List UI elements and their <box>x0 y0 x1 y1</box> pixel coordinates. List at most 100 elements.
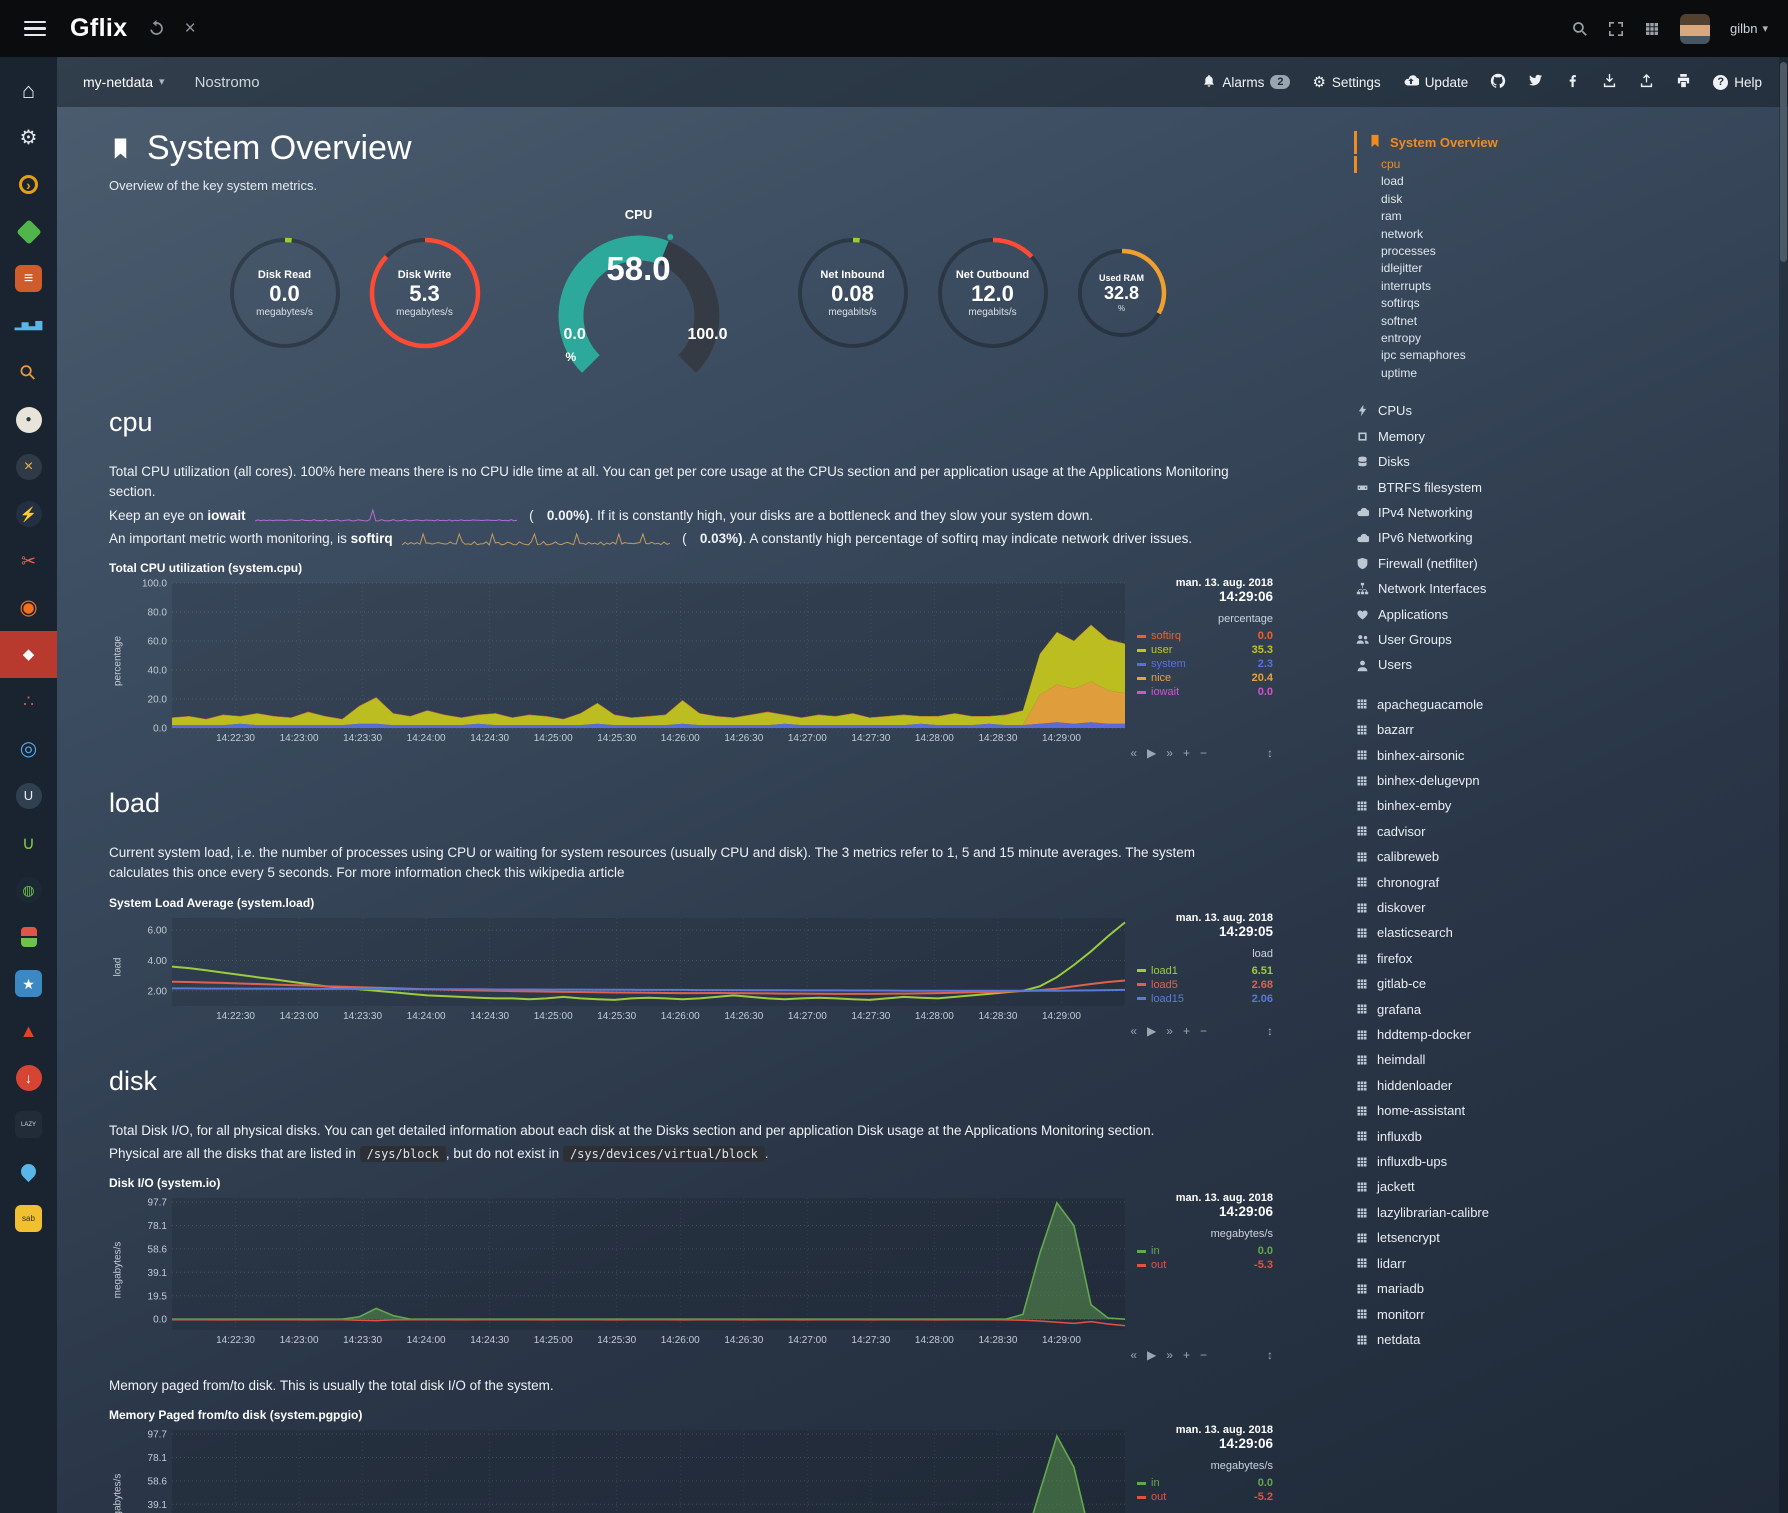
sidebar-item-uptime[interactable]: uptime <box>1354 365 1778 382</box>
legend-item-iowait[interactable]: iowait0.0 <box>1137 685 1273 699</box>
sidebar-item-interrupts[interactable]: interrupts <box>1354 278 1778 295</box>
apps-grid-icon[interactable] <box>1644 21 1660 37</box>
sidebar-item-softirqs[interactable]: softirqs <box>1354 295 1778 312</box>
app-icon-settings[interactable]: ⚙ <box>0 114 57 161</box>
chart-resize-handle[interactable]: ↕ <box>1267 746 1273 760</box>
search-icon[interactable] <box>1571 20 1588 37</box>
legend-item-out[interactable]: out-5.3 <box>1137 1258 1273 1272</box>
app-icon-sab[interactable]: sab <box>0 1195 57 1242</box>
skip-to-begin-button[interactable]: « <box>1130 1024 1137 1038</box>
app-icon-scissors[interactable]: ✂ <box>0 537 57 584</box>
chart-system.io[interactable]: Disk I/O (system.io)megabytes/s14:22:301… <box>109 1176 1326 1362</box>
play-button[interactable]: ▶ <box>1147 1348 1156 1362</box>
export-button[interactable] <box>1639 73 1654 91</box>
menu-icon[interactable] <box>20 17 50 41</box>
app-icon-organizr[interactable]: × <box>0 443 57 490</box>
sidebar-item-home-assistant[interactable]: home-assistant <box>1354 1098 1778 1123</box>
sidebar-item-ipv6-networking[interactable]: IPv6 Networking <box>1354 525 1778 550</box>
app-icon-stack[interactable]: ≡ <box>0 255 57 302</box>
chart-resize-handle[interactable]: ↕ <box>1267 1348 1273 1362</box>
app-icon-home[interactable]: ⌂ <box>0 67 57 114</box>
scrollbar-thumb[interactable] <box>1780 62 1787 262</box>
sidebar-item-netdata[interactable]: netdata <box>1354 1327 1778 1352</box>
sidebar-item-cpu[interactable]: cpu <box>1354 156 1778 173</box>
facebook-button[interactable] <box>1565 73 1580 91</box>
sidebar-item-memory[interactable]: Memory <box>1354 424 1778 449</box>
sidebar-item-softnet[interactable]: softnet <box>1354 313 1778 330</box>
gauge-cpu[interactable]: CPU58.00.0100.0% <box>534 207 744 379</box>
sidebar-item-influxdb[interactable]: influxdb <box>1354 1124 1778 1149</box>
sidebar-item-binhex-delugevpn[interactable]: binhex-delugevpn <box>1354 768 1778 793</box>
sidebar-item-users[interactable]: Users <box>1354 652 1778 677</box>
app-icon-search-app[interactable]: ⚲ <box>0 349 57 396</box>
skip-to-end-button[interactable]: » <box>1166 1348 1173 1362</box>
gauge-net-outbound[interactable]: Net Outbound12.0megabits/s <box>934 234 1052 352</box>
update-button[interactable]: Update <box>1403 73 1469 92</box>
app-icon-gitlab[interactable]: ▲ <box>0 1007 57 1054</box>
legend-item-system[interactable]: system2.3 <box>1137 657 1273 671</box>
sidebar-item-applications[interactable]: Applications <box>1354 602 1778 627</box>
sidebar-item-disk[interactable]: disk <box>1354 191 1778 208</box>
sidebar-item-gitlab-ce[interactable]: gitlab-ce <box>1354 971 1778 996</box>
sidebar-item-load[interactable]: load <box>1354 173 1778 190</box>
sidebar-item-apacheguacamole[interactable]: apacheguacamole <box>1354 692 1778 717</box>
sidebar-item-ipv4-networking[interactable]: IPv4 Networking <box>1354 500 1778 525</box>
app-icon-cluster[interactable]: ∴ <box>0 678 57 725</box>
legend-item-in[interactable]: in0.0 <box>1137 1244 1273 1258</box>
sidebar-item-cpus[interactable]: CPUs <box>1354 398 1778 423</box>
skip-to-begin-button[interactable]: « <box>1130 1348 1137 1362</box>
app-icon-plex[interactable]: › <box>0 161 57 208</box>
sidebar-item-system-overview[interactable]: System Overview <box>1354 131 1778 154</box>
twitter-button[interactable] <box>1528 73 1543 91</box>
sidebar-item-hddtemp-docker[interactable]: hddtemp-docker <box>1354 1022 1778 1047</box>
skip-to-begin-button[interactable]: « <box>1130 746 1137 760</box>
zoom-in-button[interactable]: + <box>1183 1348 1190 1362</box>
avatar[interactable] <box>1680 14 1710 44</box>
skip-to-end-button[interactable]: » <box>1166 1024 1173 1038</box>
legend-item-out[interactable]: out-5.2 <box>1137 1490 1273 1504</box>
app-icon-jackett[interactable]: ● <box>0 396 57 443</box>
app-icon-download-app[interactable]: ↓ <box>0 1054 57 1101</box>
legend-item-load5[interactable]: load52.68 <box>1137 978 1273 992</box>
sidebar-item-mariadb[interactable]: mariadb <box>1354 1276 1778 1301</box>
sidebar-item-firewall-netfilter-[interactable]: Firewall (netfilter) <box>1354 551 1778 576</box>
chart-system.load[interactable]: System Load Average (system.load)load14:… <box>109 896 1326 1038</box>
sidebar-item-entropy[interactable]: entropy <box>1354 330 1778 347</box>
sidebar-item-firefox[interactable]: firefox <box>1354 946 1778 971</box>
chart-plot-area[interactable]: 14:22:3014:23:0014:23:3014:24:0014:24:30… <box>126 912 1131 1023</box>
legend-item-nice[interactable]: nice20.4 <box>1137 671 1273 685</box>
zoom-out-button[interactable]: − <box>1200 746 1207 760</box>
app-icon-emby[interactable] <box>0 208 57 255</box>
app-icon-netdata-active[interactable]: ◆ <box>0 631 57 678</box>
print-button[interactable] <box>1676 73 1691 91</box>
sidebar-item-grafana[interactable]: grafana <box>1354 997 1778 1022</box>
sidebar-item-cadvisor[interactable]: cadvisor <box>1354 819 1778 844</box>
chart-plot-area[interactable]: 14:22:3014:23:0014:23:3014:24:0014:24:30… <box>126 1424 1131 1513</box>
user-menu[interactable]: gilbn ▾ <box>1730 21 1768 36</box>
sidebar-item-btrfs-filesystem[interactable]: BTRFS filesystem <box>1354 475 1778 500</box>
refresh-icon[interactable] <box>148 20 165 37</box>
legend-item-load15[interactable]: load152.06 <box>1137 992 1273 1006</box>
sidebar-item-influxdb-ups[interactable]: influxdb-ups <box>1354 1149 1778 1174</box>
sidebar-item-network[interactable]: network <box>1354 226 1778 243</box>
sidebar-item-ipc-semaphores[interactable]: ipc semaphores <box>1354 347 1778 364</box>
app-icon-greenring[interactable]: ◍ <box>0 866 57 913</box>
github-button[interactable] <box>1490 73 1506 92</box>
app-icon-trakt[interactable]: ◎ <box>0 725 57 772</box>
app-icon-grafana[interactable]: ◉ <box>0 584 57 631</box>
download-button[interactable] <box>1602 73 1617 91</box>
legend-item-user[interactable]: user35.3 <box>1137 643 1273 657</box>
sidebar-item-binhex-emby[interactable]: binhex-emby <box>1354 793 1778 818</box>
app-icon-pills[interactable] <box>0 913 57 960</box>
chart-plot-area[interactable]: 14:22:3014:23:0014:23:3014:24:0014:24:30… <box>126 1192 1131 1347</box>
sidebar-item-diskover[interactable]: diskover <box>1354 895 1778 920</box>
app-title[interactable]: Gflix <box>70 14 128 43</box>
page-scrollbar[interactable] <box>1779 57 1788 1513</box>
legend-item-in[interactable]: in0.0 <box>1137 1476 1273 1490</box>
legend-item-load1[interactable]: load16.51 <box>1137 964 1273 978</box>
alarms-button[interactable]: Alarms 2 <box>1202 74 1290 91</box>
sidebar-item-idlejitter[interactable]: idlejitter <box>1354 260 1778 277</box>
play-button[interactable]: ▶ <box>1147 1024 1156 1038</box>
chart-plot-area[interactable]: 14:22:3014:23:0014:23:3014:24:0014:24:30… <box>126 577 1131 745</box>
chart-system.cpu[interactable]: Total CPU utilization (system.cpu)percen… <box>109 561 1326 760</box>
